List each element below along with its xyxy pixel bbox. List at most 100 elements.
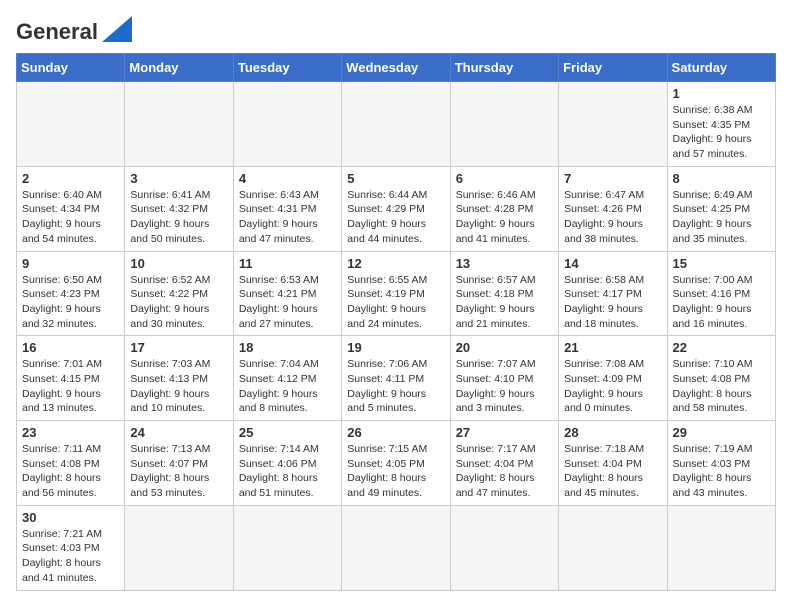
- day-info: Sunrise: 7:04 AM Sunset: 4:12 PM Dayligh…: [239, 357, 336, 416]
- day-of-week-header: Saturday: [667, 54, 775, 82]
- calendar-cell: 28 Sunrise: 7:18 AM Sunset: 4:04 PM Dayli…: [559, 421, 667, 506]
- day-info: Sunrise: 6:40 AM Sunset: 4:34 PM Dayligh…: [22, 188, 119, 247]
- calendar-week-row: 23Sunrise: 7:11 AM Sunset: 4:08 PM Dayli…: [17, 421, 776, 506]
- day-of-week-header: Friday: [559, 54, 667, 82]
- day-number: 7: [564, 171, 661, 186]
- day-number: 26: [347, 425, 444, 440]
- day-info: Sunrise: 6:43 AM Sunset: 4:31 PM Dayligh…: [239, 188, 336, 247]
- day-info: Sunrise: 7:03 AM Sunset: 4:13 PM Dayligh…: [130, 357, 227, 416]
- day-number: 12: [347, 256, 444, 271]
- calendar-cell: [342, 82, 450, 167]
- calendar-cell: 17 Sunrise: 7:03 AM Sunset: 4:13 PM Dayli…: [125, 336, 233, 421]
- day-info: Sunrise: 6:53 AM Sunset: 4:21 PM Dayligh…: [239, 273, 336, 332]
- day-number: 24: [130, 425, 227, 440]
- day-info: Sunrise: 6:44 AM Sunset: 4:29 PM Dayligh…: [347, 188, 444, 247]
- calendar-cell: 2 Sunrise: 6:40 AM Sunset: 4:34 PM Daylig…: [17, 166, 125, 251]
- calendar-cell: 29 Sunrise: 7:19 AM Sunset: 4:03 PM Dayli…: [667, 421, 775, 506]
- day-number: 13: [456, 256, 553, 271]
- day-info: Sunrise: 7:10 AM Sunset: 4:08 PM Dayligh…: [673, 357, 770, 416]
- day-number: 4: [239, 171, 336, 186]
- calendar-week-row: 9Sunrise: 6:50 AM Sunset: 4:23 PM Daylig…: [17, 251, 776, 336]
- day-number: 28: [564, 425, 661, 440]
- calendar-cell: 18 Sunrise: 7:04 AM Sunset: 4:12 PM Dayli…: [233, 336, 341, 421]
- day-number: 22: [673, 340, 770, 355]
- day-of-week-header: Tuesday: [233, 54, 341, 82]
- day-number: 16: [22, 340, 119, 355]
- day-info: Sunrise: 6:58 AM Sunset: 4:17 PM Dayligh…: [564, 273, 661, 332]
- day-number: 2: [22, 171, 119, 186]
- day-number: 23: [22, 425, 119, 440]
- day-info: Sunrise: 6:49 AM Sunset: 4:25 PM Dayligh…: [673, 188, 770, 247]
- header: General: [16, 16, 776, 45]
- day-number: 3: [130, 171, 227, 186]
- calendar-cell: [125, 505, 233, 590]
- day-info: Sunrise: 6:55 AM Sunset: 4:19 PM Dayligh…: [347, 273, 444, 332]
- calendar-cell: 12 Sunrise: 6:55 AM Sunset: 4:19 PM Dayli…: [342, 251, 450, 336]
- calendar-cell: [450, 82, 558, 167]
- calendar-cell: 20Sunrise: 7:07 AM Sunset: 4:10 PM Dayli…: [450, 336, 558, 421]
- calendar-week-row: 1Sunrise: 6:38 AM Sunset: 4:35 PM Daylig…: [17, 82, 776, 167]
- calendar-cell: 14 Sunrise: 6:58 AM Sunset: 4:17 PM Dayli…: [559, 251, 667, 336]
- day-info: Sunrise: 7:06 AM Sunset: 4:11 PM Dayligh…: [347, 357, 444, 416]
- calendar-cell: [125, 82, 233, 167]
- calendar-cell: 21Sunrise: 7:08 AM Sunset: 4:09 PM Dayli…: [559, 336, 667, 421]
- day-info: Sunrise: 7:13 AM Sunset: 4:07 PM Dayligh…: [130, 442, 227, 501]
- calendar-cell: 8Sunrise: 6:49 AM Sunset: 4:25 PM Daylig…: [667, 166, 775, 251]
- calendar-cell: [559, 505, 667, 590]
- calendar-cell: 15 Sunrise: 7:00 AM Sunset: 4:16 PM Dayli…: [667, 251, 775, 336]
- day-number: 11: [239, 256, 336, 271]
- calendar-cell: 9Sunrise: 6:50 AM Sunset: 4:23 PM Daylig…: [17, 251, 125, 336]
- calendar-cell: 7 Sunrise: 6:47 AM Sunset: 4:26 PM Daylig…: [559, 166, 667, 251]
- day-of-week-header: Thursday: [450, 54, 558, 82]
- calendar-cell: 10Sunrise: 6:52 AM Sunset: 4:22 PM Dayli…: [125, 251, 233, 336]
- calendar-week-row: 30Sunrise: 7:21 AM Sunset: 4:03 PM Dayli…: [17, 505, 776, 590]
- calendar-cell: 22 Sunrise: 7:10 AM Sunset: 4:08 PM Dayli…: [667, 336, 775, 421]
- day-number: 20: [456, 340, 553, 355]
- day-info: Sunrise: 7:19 AM Sunset: 4:03 PM Dayligh…: [673, 442, 770, 501]
- calendar-cell: [17, 82, 125, 167]
- day-number: 6: [456, 171, 553, 186]
- calendar-cell: 13Sunrise: 6:57 AM Sunset: 4:18 PM Dayli…: [450, 251, 558, 336]
- calendar-week-row: 2 Sunrise: 6:40 AM Sunset: 4:34 PM Daylig…: [17, 166, 776, 251]
- day-info: Sunrise: 7:18 AM Sunset: 4:04 PM Dayligh…: [564, 442, 661, 501]
- calendar-week-row: 16 Sunrise: 7:01 AM Sunset: 4:15 PM Dayli…: [17, 336, 776, 421]
- day-info: Sunrise: 6:41 AM Sunset: 4:32 PM Dayligh…: [130, 188, 227, 247]
- day-number: 18: [239, 340, 336, 355]
- calendar-cell: 5 Sunrise: 6:44 AM Sunset: 4:29 PM Daylig…: [342, 166, 450, 251]
- calendar-cell: 3 Sunrise: 6:41 AM Sunset: 4:32 PM Daylig…: [125, 166, 233, 251]
- day-number: 19: [347, 340, 444, 355]
- day-number: 21: [564, 340, 661, 355]
- calendar-cell: [342, 505, 450, 590]
- calendar-cell: 11 Sunrise: 6:53 AM Sunset: 4:21 PM Dayli…: [233, 251, 341, 336]
- calendar-cell: 24 Sunrise: 7:13 AM Sunset: 4:07 PM Dayli…: [125, 421, 233, 506]
- day-number: 14: [564, 256, 661, 271]
- calendar-cell: 27Sunrise: 7:17 AM Sunset: 4:04 PM Dayli…: [450, 421, 558, 506]
- day-info: Sunrise: 6:38 AM Sunset: 4:35 PM Dayligh…: [673, 103, 770, 162]
- day-of-week-header: Monday: [125, 54, 233, 82]
- day-of-week-header: Sunday: [17, 54, 125, 82]
- day-info: Sunrise: 7:15 AM Sunset: 4:05 PM Dayligh…: [347, 442, 444, 501]
- day-number: 15: [673, 256, 770, 271]
- day-info: Sunrise: 6:50 AM Sunset: 4:23 PM Dayligh…: [22, 273, 119, 332]
- day-number: 25: [239, 425, 336, 440]
- day-info: Sunrise: 6:47 AM Sunset: 4:26 PM Dayligh…: [564, 188, 661, 247]
- calendar-cell: 6 Sunrise: 6:46 AM Sunset: 4:28 PM Daylig…: [450, 166, 558, 251]
- day-number: 5: [347, 171, 444, 186]
- day-info: Sunrise: 7:00 AM Sunset: 4:16 PM Dayligh…: [673, 273, 770, 332]
- day-number: 17: [130, 340, 227, 355]
- day-of-week-header: Wednesday: [342, 54, 450, 82]
- day-info: Sunrise: 6:52 AM Sunset: 4:22 PM Dayligh…: [130, 273, 227, 332]
- day-info: Sunrise: 7:14 AM Sunset: 4:06 PM Dayligh…: [239, 442, 336, 501]
- calendar-cell: 4 Sunrise: 6:43 AM Sunset: 4:31 PM Daylig…: [233, 166, 341, 251]
- day-number: 29: [673, 425, 770, 440]
- day-info: Sunrise: 7:21 AM Sunset: 4:03 PM Dayligh…: [22, 527, 119, 586]
- calendar-table: SundayMondayTuesdayWednesdayThursdayFrid…: [16, 53, 776, 591]
- calendar-cell: [233, 82, 341, 167]
- day-number: 27: [456, 425, 553, 440]
- day-info: Sunrise: 6:46 AM Sunset: 4:28 PM Dayligh…: [456, 188, 553, 247]
- calendar-cell: 26 Sunrise: 7:15 AM Sunset: 4:05 PM Dayli…: [342, 421, 450, 506]
- calendar-header-row: SundayMondayTuesdayWednesdayThursdayFrid…: [17, 54, 776, 82]
- day-info: Sunrise: 7:01 AM Sunset: 4:15 PM Dayligh…: [22, 357, 119, 416]
- calendar-cell: [233, 505, 341, 590]
- calendar-cell: [559, 82, 667, 167]
